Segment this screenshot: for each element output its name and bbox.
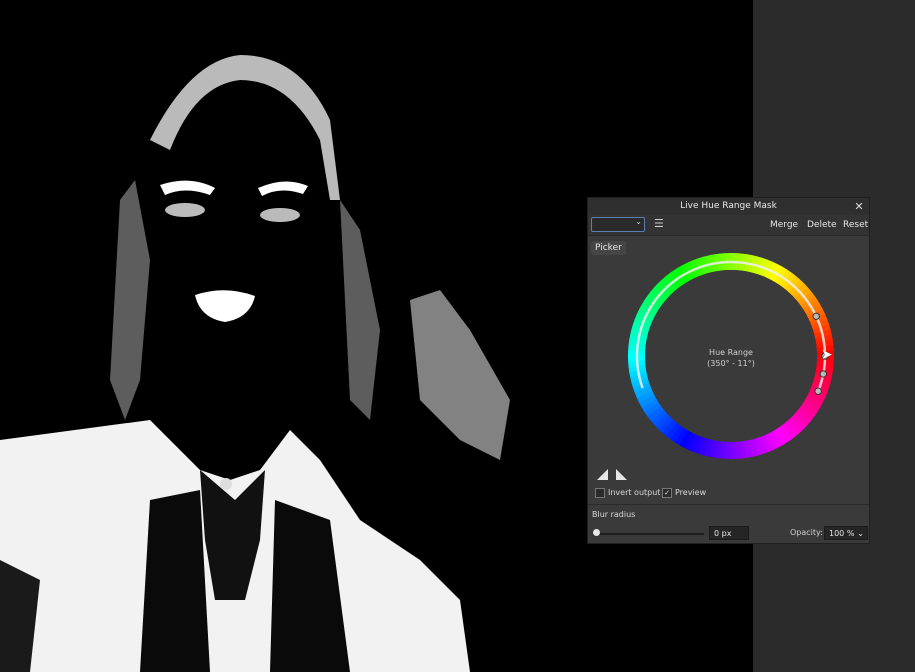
opacity-value: 100 %	[829, 529, 855, 538]
blur-radius-input[interactable]: 0 px	[709, 526, 749, 540]
invert-output-option[interactable]: Invert output	[595, 487, 660, 499]
mask-triangle-left-icon[interactable]	[597, 469, 608, 480]
dialog-toolbar: ⌄ ☰ Merge Delete Reset	[588, 215, 869, 236]
opacity-label: Opacity:	[790, 528, 823, 537]
opacity-dropdown[interactable]: 100 % ⌄	[824, 526, 868, 540]
dialog-title: Live Hue Range Mask	[680, 201, 777, 211]
mask-triangle-right-icon[interactable]	[616, 469, 627, 480]
dialog-titlebar[interactable]: Live Hue Range Mask ✕	[588, 198, 869, 215]
delete-button[interactable]: Delete	[807, 215, 837, 235]
divider	[588, 504, 869, 505]
preview-option[interactable]: ✓ Preview	[662, 487, 706, 499]
hamburger-menu-icon[interactable]: ☰	[654, 217, 664, 230]
close-icon[interactable]: ✕	[853, 198, 865, 215]
blur-radius-slider-thumb[interactable]	[593, 529, 600, 536]
preset-dropdown[interactable]: ⌄	[591, 217, 645, 232]
hue-range-handle[interactable]	[812, 312, 820, 320]
merge-button[interactable]: Merge	[770, 215, 798, 235]
blur-radius-slider[interactable]	[596, 533, 704, 535]
preview-checkbox[interactable]: ✓	[662, 487, 672, 498]
hue-range-title: Hue Range	[709, 348, 753, 357]
blur-radius-label: Blur radius	[592, 510, 636, 519]
mouse-pointer-icon: ➤	[821, 347, 833, 363]
live-hue-range-mask-dialog: Live Hue Range Mask ✕ ⌄ ☰ Merge Delete R…	[587, 197, 870, 544]
hue-range-value: (350° - 11°)	[707, 359, 755, 368]
hue-range-handle[interactable]	[819, 370, 827, 378]
hue-wheel[interactable]: Hue Range (350° - 11°) ➤	[628, 253, 834, 459]
reset-button[interactable]: Reset	[843, 215, 868, 235]
chevron-down-icon: ⌄	[635, 217, 642, 226]
invert-output-label: Invert output	[608, 488, 661, 497]
chevron-down-icon: ⌄	[857, 529, 864, 538]
tab-picker[interactable]: Picker	[591, 241, 626, 255]
preview-label: Preview	[675, 488, 707, 497]
invert-output-checkbox[interactable]	[595, 487, 605, 498]
hue-range-handle[interactable]	[814, 387, 822, 395]
